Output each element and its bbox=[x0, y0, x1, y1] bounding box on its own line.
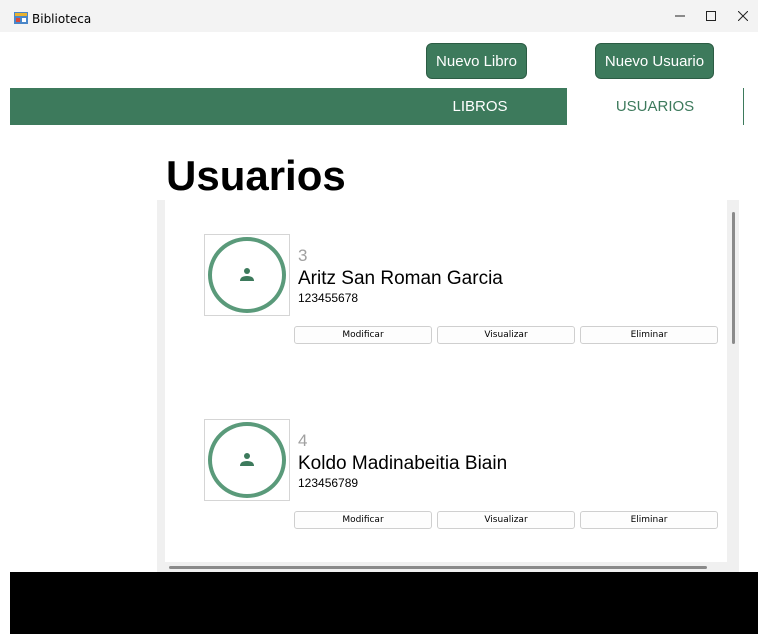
avatar-ring bbox=[208, 422, 286, 498]
avatar-ring bbox=[208, 237, 286, 313]
black-area bbox=[10, 572, 758, 634]
user-phone: 123455678 bbox=[298, 291, 359, 305]
app-icon bbox=[14, 12, 28, 24]
window-title: Biblioteca bbox=[32, 12, 92, 26]
maximize-icon bbox=[706, 11, 716, 21]
user-card: 3 Aritz San Roman Garcia 123455678 Modif… bbox=[165, 200, 727, 344]
modify-button[interactable]: Modificar bbox=[294, 326, 432, 344]
avatar bbox=[204, 234, 290, 316]
user-list-panel[interactable]: 3 Aritz San Roman Garcia 123455678 Modif… bbox=[157, 200, 739, 572]
title-bar: Biblioteca bbox=[0, 0, 758, 32]
delete-button[interactable]: Eliminar bbox=[580, 511, 718, 529]
vertical-scrollbar[interactable] bbox=[732, 212, 735, 344]
user-phone: 123456789 bbox=[298, 476, 359, 490]
nav-bar: LIBROS USUARIOS bbox=[10, 88, 744, 125]
tab-libros[interactable]: LIBROS bbox=[394, 88, 566, 125]
tab-usuarios[interactable]: USUARIOS bbox=[567, 88, 743, 125]
view-button[interactable]: Visualizar bbox=[437, 511, 575, 529]
maximize-button[interactable] bbox=[693, 0, 729, 32]
user-list: 3 Aritz San Roman Garcia 123455678 Modif… bbox=[165, 200, 727, 562]
modify-button[interactable]: Modificar bbox=[294, 511, 432, 529]
page-title: Usuarios bbox=[166, 152, 346, 199]
new-book-button[interactable]: Nuevo Libro bbox=[426, 43, 527, 79]
app-window: Biblioteca Nuevo Libro Nuevo Usuario LIB… bbox=[0, 0, 758, 634]
close-button[interactable] bbox=[725, 0, 758, 32]
new-user-button[interactable]: Nuevo Usuario bbox=[595, 43, 714, 79]
user-icon bbox=[240, 453, 254, 466]
user-icon bbox=[240, 268, 254, 281]
minimize-icon bbox=[675, 15, 685, 17]
avatar bbox=[204, 419, 290, 501]
view-button[interactable]: Visualizar bbox=[437, 326, 575, 344]
user-name: Aritz San Roman Garcia bbox=[298, 268, 503, 289]
close-icon bbox=[738, 11, 748, 21]
user-id: 4 bbox=[298, 431, 308, 450]
user-card: 4 Koldo Madinabeitia Biain 123456789 Mod… bbox=[165, 385, 727, 529]
user-id: 3 bbox=[298, 246, 308, 265]
horizontal-scrollbar[interactable] bbox=[169, 566, 707, 569]
delete-button[interactable]: Eliminar bbox=[580, 326, 718, 344]
user-name: Koldo Madinabeitia Biain bbox=[298, 453, 508, 474]
